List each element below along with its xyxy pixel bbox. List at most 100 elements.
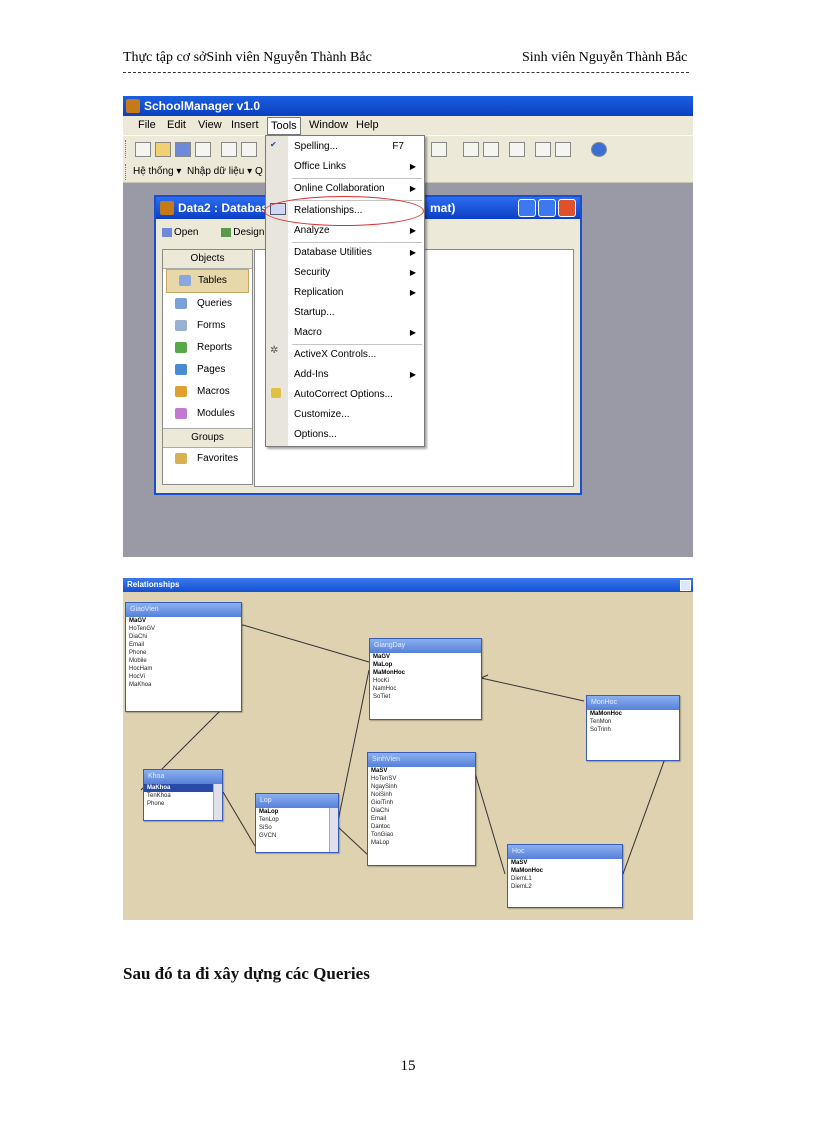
table-field[interactable]: NamHoc	[370, 685, 481, 693]
menu-item-customize[interactable]: Customize...	[294, 406, 422, 424]
menu-tools[interactable]: Tools	[267, 117, 301, 135]
objects-item-modules[interactable]: Modules	[163, 403, 252, 425]
table-field[interactable]: MaLop	[256, 808, 338, 816]
menu-item-autocorrect-options[interactable]: AutoCorrect Options...	[294, 386, 422, 404]
open-button[interactable]: Open	[162, 227, 208, 238]
menu-item-replication[interactable]: Replication ▶	[294, 284, 422, 302]
table-field[interactable]: HoTenGV	[126, 625, 241, 633]
menu-file[interactable]: File	[138, 116, 156, 135]
table-sinhvien[interactable]: SinhVien MaSV HoTenSV NgaySinh NoiSinh G…	[367, 752, 476, 866]
table-field[interactable]: SiSo	[256, 824, 338, 832]
table-header[interactable]: GiaoVien	[126, 603, 241, 617]
objects-item-pages[interactable]: Pages	[163, 359, 252, 381]
table-field[interactable]: MaGV	[126, 617, 241, 625]
table-field[interactable]: GVCN	[256, 832, 338, 840]
table-header[interactable]: GiangDay	[370, 639, 481, 653]
table-field[interactable]: MaMonHoc	[508, 867, 622, 875]
table-header[interactable]: MonHoc	[587, 696, 679, 710]
menu-edit[interactable]: Edit	[167, 116, 186, 135]
table-field[interactable]: DiemL1	[508, 875, 622, 883]
objects-item-tables[interactable]: Tables	[166, 269, 249, 293]
table-field[interactable]: NoiSinh	[368, 791, 475, 799]
search-icon[interactable]	[195, 142, 211, 157]
table-field[interactable]: SoTiet	[370, 693, 481, 701]
objects-item-favorites[interactable]: Favorites	[163, 448, 252, 470]
relationships-icon[interactable]	[535, 142, 551, 157]
print-icon[interactable]	[221, 142, 237, 157]
table-lop[interactable]: Lop MaLop TenLop SiSo GVCN	[255, 793, 339, 853]
table-monhoc[interactable]: MonHoc MaMonHoc TenMon SoTrinh	[586, 695, 680, 761]
groups-header[interactable]: Groups	[163, 428, 252, 448]
table-field[interactable]: MaLop	[370, 661, 481, 669]
link-icon[interactable]	[483, 142, 499, 157]
table-field[interactable]: NgaySinh	[368, 783, 475, 791]
menu-window[interactable]: Window	[309, 116, 348, 135]
table-field[interactable]: MaMonHoc	[587, 710, 679, 718]
new-icon[interactable]	[135, 142, 151, 157]
menu-item-options[interactable]: Options...	[294, 426, 422, 444]
table-field[interactable]: MaLop	[368, 839, 475, 847]
table-field[interactable]: GioiTinh	[368, 799, 475, 807]
menu-item-activex-controls[interactable]: ActiveX Controls...	[294, 346, 422, 364]
objects-header[interactable]: Objects	[163, 250, 252, 269]
table-field[interactable]: MaKhoa	[144, 784, 213, 792]
table-field[interactable]: DiaChi	[368, 807, 475, 815]
table-field[interactable]: MaMonHoc	[370, 669, 481, 677]
table-field[interactable]: MaSV	[508, 859, 622, 867]
new-object-icon[interactable]	[555, 142, 571, 157]
table-field[interactable]: MaGV	[370, 653, 481, 661]
objects-item-reports[interactable]: Reports	[163, 337, 252, 359]
table-field[interactable]: TenKhoa	[144, 792, 222, 800]
table-field[interactable]: HocKi	[370, 677, 481, 685]
scrollbar[interactable]	[213, 784, 222, 820]
table-header[interactable]: SinhVien	[368, 753, 475, 767]
table-field[interactable]: DiemL2	[508, 883, 622, 891]
table-khoa[interactable]: Khoa MaKhoa TenKhoa Phone	[143, 769, 223, 821]
undo-icon[interactable]	[463, 142, 479, 157]
table-field[interactable]: MaSV	[368, 767, 475, 775]
menu-item-database-utilities[interactable]: Database Utilities ▶	[294, 244, 422, 262]
maximize-button[interactable]	[538, 199, 556, 217]
table-giaovien[interactable]: GiaoVien MaGV HoTenGV DiaChi Email Phone…	[125, 602, 242, 712]
table-hoc[interactable]: Hoc MaSV MaMonHoc DiemL1 DiemL2	[507, 844, 623, 908]
table-field[interactable]: TonGiao	[368, 831, 475, 839]
table-field[interactable]: TenLop	[256, 816, 338, 824]
table-field[interactable]: HocHam	[126, 665, 241, 673]
scrollbar[interactable]	[329, 808, 338, 852]
minimize-button[interactable]	[518, 199, 536, 217]
menu-nhap-du-lieu[interactable]: Nhập dữ liệu ▾	[187, 162, 252, 182]
menu-q[interactable]: Q	[255, 162, 263, 182]
table-field[interactable]: TenMon	[587, 718, 679, 726]
save-icon[interactable]	[175, 142, 191, 157]
close-button[interactable]	[558, 199, 576, 217]
menu-item-add-ins[interactable]: Add-Ins ▶	[294, 366, 422, 384]
table-field[interactable]: Mobile	[126, 657, 241, 665]
objects-item-macros[interactable]: Macros	[163, 381, 252, 403]
table-field[interactable]: Phone	[144, 800, 222, 808]
table-header[interactable]: Hoc	[508, 845, 622, 859]
menu-insert[interactable]: Insert	[231, 116, 259, 135]
preview-icon[interactable]	[241, 142, 257, 157]
table-giangday[interactable]: GiangDay MaGV MaLop MaMonHoc HocKi NamHo…	[369, 638, 482, 720]
menu-item-startup[interactable]: Startup...	[294, 304, 422, 322]
menu-item-security[interactable]: Security ▶	[294, 264, 422, 282]
menu-he-thong[interactable]: Hệ thống ▾	[133, 162, 181, 182]
table-field[interactable]: MaKhoa	[126, 681, 241, 689]
objects-item-forms[interactable]: Forms	[163, 315, 252, 337]
relationships-toolbar-icon[interactable]	[431, 142, 447, 157]
table-header[interactable]: Khoa	[144, 770, 222, 784]
properties-icon[interactable]	[509, 142, 525, 157]
menu-item-office-links[interactable]: Office Links ▶	[294, 158, 422, 176]
table-field[interactable]: Email	[126, 641, 241, 649]
menu-item-spelling[interactable]: Spelling... F7	[294, 138, 422, 156]
help-icon[interactable]	[591, 142, 607, 157]
table-field[interactable]: DiaChi	[126, 633, 241, 641]
menu-help[interactable]: Help	[356, 116, 379, 135]
table-field[interactable]: HoTenSV	[368, 775, 475, 783]
table-field[interactable]: Dantoc	[368, 823, 475, 831]
open-icon[interactable]	[155, 142, 171, 157]
table-field[interactable]: Phone	[126, 649, 241, 657]
objects-item-queries[interactable]: Queries	[163, 293, 252, 315]
table-field[interactable]: Email	[368, 815, 475, 823]
table-field[interactable]: HocVi	[126, 673, 241, 681]
